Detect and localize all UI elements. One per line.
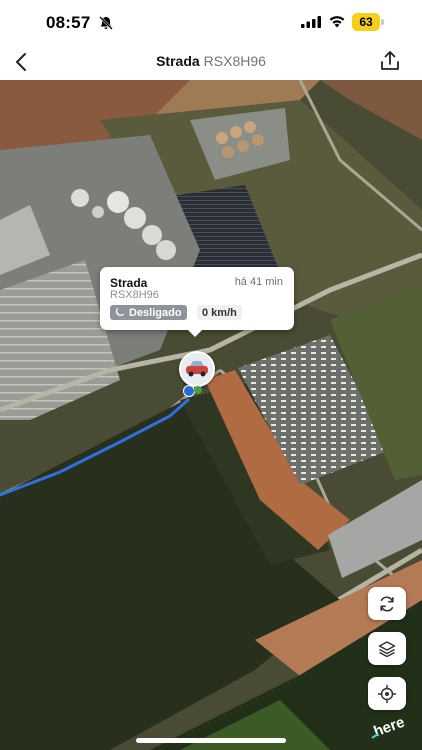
status-dot — [194, 386, 202, 394]
svg-text:here: here — [371, 714, 407, 741]
popup-vehicle-name: Strada — [110, 276, 148, 290]
vehicle-name: Strada — [156, 53, 200, 69]
layers-icon — [378, 640, 396, 657]
map-imagery[interactable] — [0, 80, 422, 750]
layers-button[interactable] — [368, 632, 406, 665]
status-time: 08:57 — [46, 13, 91, 32]
vehicle-popup[interactable]: Strada há 41 min RSX8H96 Desligado 0 km/… — [100, 267, 294, 337]
home-indicator — [136, 738, 286, 743]
refresh-icon — [380, 595, 394, 612]
satellite-map[interactable] — [0, 80, 422, 750]
popup-plate: RSX8H96 — [110, 289, 159, 301]
moon-icon — [115, 307, 125, 317]
share-icon[interactable] — [378, 49, 402, 73]
signal-icon — [301, 16, 321, 28]
popup-time-ago: há 41 min — [234, 276, 283, 288]
header: Strada RSX8H96 — [0, 46, 422, 80]
locate-icon — [377, 684, 397, 703]
status-label: Desligado — [129, 306, 182, 319]
status-bar: 08:57 63 — [0, 0, 422, 46]
status-badge: Desligado — [110, 305, 187, 320]
battery-level: 63 — [352, 13, 380, 31]
speed-badge: 0 km/h — [197, 305, 242, 320]
page-title: Strada RSX8H96 — [0, 53, 422, 69]
bell-slash-icon — [99, 16, 113, 30]
refresh-button[interactable] — [368, 587, 406, 620]
battery-icon: 63 — [352, 13, 385, 31]
here-logo: here — [371, 714, 407, 741]
vehicle-marker[interactable] — [179, 351, 215, 387]
wifi-icon — [329, 16, 345, 28]
vehicle-plate: RSX8H96 — [203, 53, 266, 69]
car-icon — [186, 361, 208, 377]
